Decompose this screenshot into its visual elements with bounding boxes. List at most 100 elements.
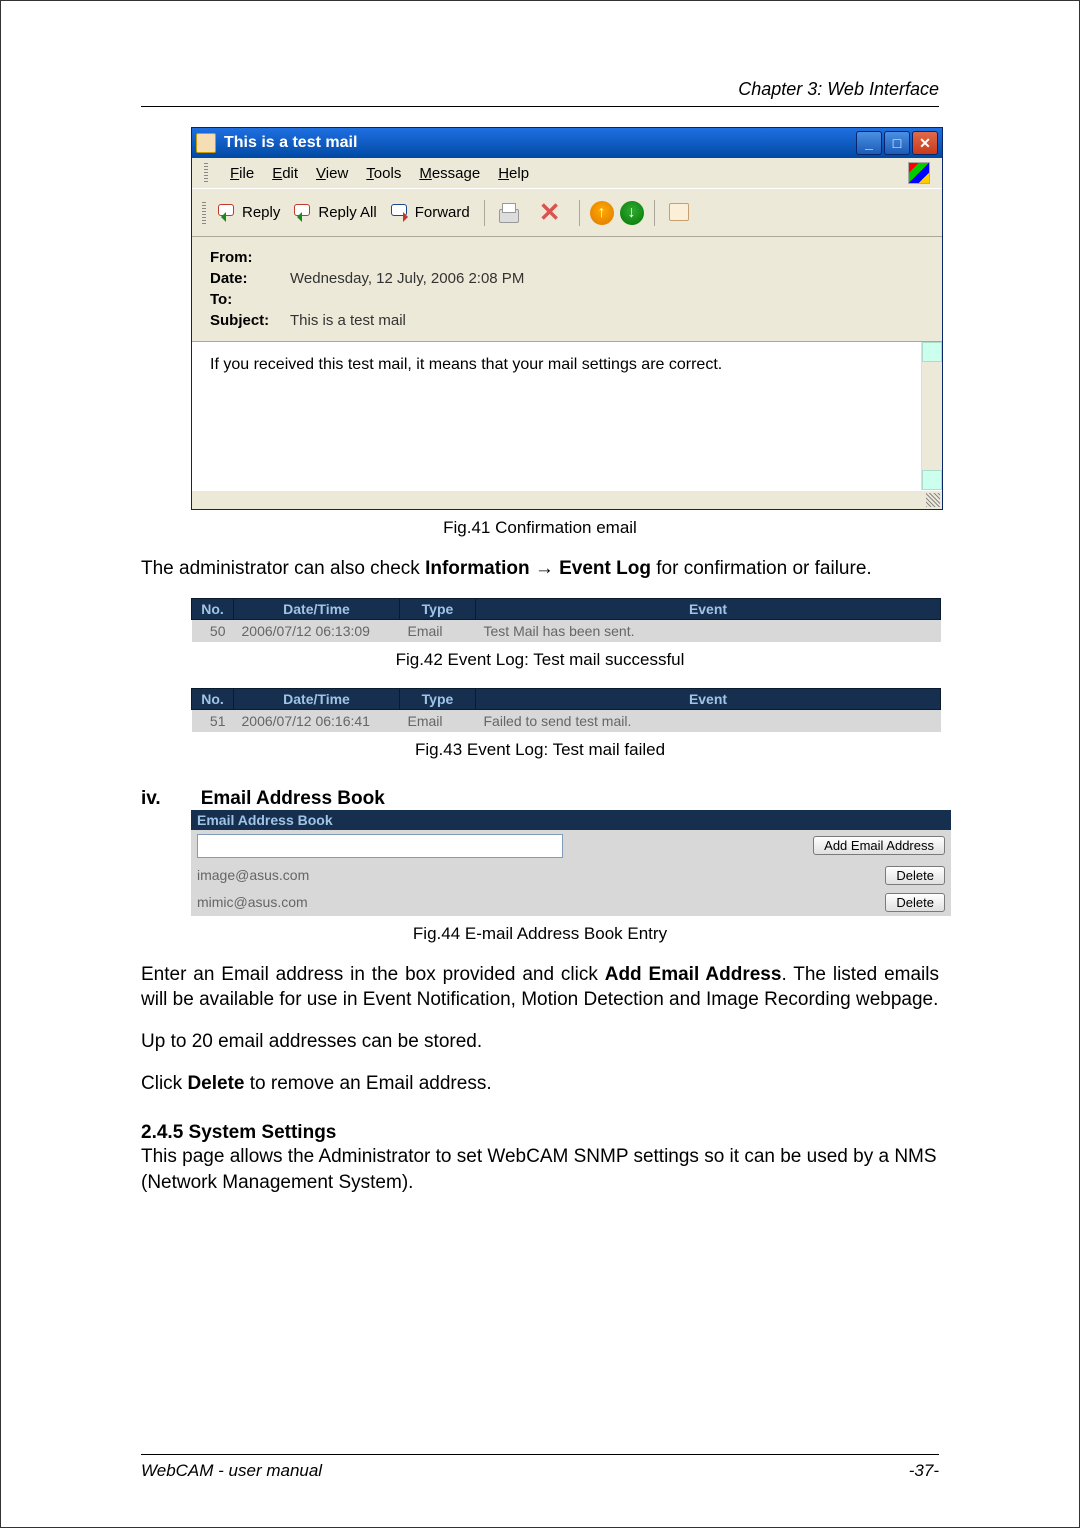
to-value	[290, 291, 924, 308]
reply-label: Reply	[242, 204, 280, 221]
next-button[interactable]: ↓	[620, 201, 644, 225]
delete-button[interactable]: Delete	[885, 893, 945, 912]
cell-no: 51	[192, 709, 234, 732]
col-event: Event	[476, 598, 941, 619]
date-value: Wednesday, 12 July, 2006 2:08 PM	[290, 270, 924, 287]
heading-system-settings: 2.4.5 System Settings	[141, 1122, 939, 1144]
grip-icon	[202, 202, 206, 224]
footer-page: -37-	[909, 1461, 939, 1481]
figure-caption-41: Fig.41 Confirmation email	[141, 518, 939, 538]
forward-label: Forward	[415, 204, 470, 221]
resize-grip-icon[interactable]	[926, 493, 940, 507]
email-input[interactable]	[197, 834, 563, 858]
to-label: To:	[210, 291, 290, 308]
divider	[141, 106, 939, 107]
email-address-book-panel: Email Address Book Add Email Address ima…	[191, 810, 951, 916]
print-button[interactable]	[495, 201, 525, 225]
reply-all-label: Reply All	[318, 204, 376, 221]
cell-type: Email	[400, 709, 476, 732]
footer-left: WebCAM - user manual	[141, 1461, 322, 1481]
section-title-email-address-book: Email Address Book	[201, 788, 385, 810]
reply-button[interactable]: Reply	[214, 202, 284, 224]
arrow-down-icon: ↓	[628, 204, 636, 222]
col-type: Type	[400, 688, 476, 709]
col-datetime: Date/Time	[234, 688, 400, 709]
toolbar: Reply Reply All Forward ✕ ↑ ↓	[192, 188, 942, 237]
cell-event: Test Mail has been sent.	[476, 619, 941, 642]
table-row: 51 2006/07/12 06:16:41 Email Failed to s…	[192, 709, 941, 732]
cell-event: Failed to send test mail.	[476, 709, 941, 732]
paragraph-delete: Click Delete to remove an Email address.	[141, 1071, 939, 1097]
date-label: Date:	[210, 270, 290, 287]
event-log-table-failed: No. Date/Time Type Event 51 2006/07/12 0…	[191, 688, 941, 732]
list-item: image@asus.com Delete	[191, 862, 951, 889]
email-body-text: If you received this test mail, it means…	[210, 356, 722, 373]
menu-help[interactable]: Help	[498, 165, 529, 182]
arrow-up-icon: ↑	[598, 204, 606, 222]
email-headers: From: Date:Wednesday, 12 July, 2006 2:08…	[192, 237, 942, 342]
address-book-icon	[669, 203, 691, 223]
separator	[484, 200, 485, 226]
paragraph-enter-email: Enter an Email address in the box provid…	[141, 962, 939, 1013]
email-body: If you received this test mail, it means…	[192, 342, 942, 490]
list-item: mimic@asus.com Delete	[191, 889, 951, 916]
cell-datetime: 2006/07/12 06:16:41	[234, 709, 400, 732]
cell-type: Email	[400, 619, 476, 642]
window-title: This is a test mail	[224, 134, 856, 152]
figure-caption-44: Fig.44 E-mail Address Book Entry	[141, 924, 939, 944]
reply-all-icon	[294, 204, 314, 222]
previous-button[interactable]: ↑	[590, 201, 614, 225]
addrbook-header: Email Address Book	[191, 810, 951, 830]
reply-all-button[interactable]: Reply All	[290, 202, 380, 224]
separator	[654, 200, 655, 226]
event-log-table-success: No. Date/Time Type Event 50 2006/07/12 0…	[191, 598, 941, 642]
chapter-header: Chapter 3: Web Interface	[141, 79, 939, 100]
print-icon	[499, 203, 521, 223]
titlebar: This is a test mail _ □ ✕	[192, 128, 942, 158]
menubar: File Edit View Tools Message Help	[192, 158, 942, 188]
email-address: image@asus.com	[191, 862, 742, 889]
mail-icon	[196, 133, 216, 153]
col-type: Type	[400, 598, 476, 619]
figure-caption-43: Fig.43 Event Log: Test mail failed	[141, 740, 939, 760]
minimize-button[interactable]: _	[856, 131, 882, 155]
subject-label: Subject:	[210, 312, 290, 329]
paragraph-admin: The administrator can also check Informa…	[141, 556, 939, 582]
email-address: mimic@asus.com	[191, 889, 742, 916]
table-row: 50 2006/07/12 06:13:09 Email Test Mail h…	[192, 619, 941, 642]
col-datetime: Date/Time	[234, 598, 400, 619]
forward-icon	[391, 204, 411, 222]
cell-no: 50	[192, 619, 234, 642]
forward-button[interactable]: Forward	[387, 202, 474, 224]
subject-value: This is a test mail	[290, 312, 924, 329]
figure-caption-42: Fig.42 Event Log: Test mail successful	[141, 650, 939, 670]
scrollbar[interactable]	[921, 342, 942, 490]
menu-file[interactable]: File	[230, 165, 254, 182]
paragraph-upto: Up to 20 email addresses can be stored.	[141, 1029, 939, 1055]
section-number-iv: iv.	[141, 788, 161, 810]
menu-edit[interactable]: Edit	[272, 165, 298, 182]
add-email-address-button[interactable]: Add Email Address	[813, 836, 945, 855]
paragraph-snmp: This page allows the Administrator to se…	[141, 1144, 939, 1195]
delete-icon: ✕	[535, 197, 565, 228]
addresses-button[interactable]	[665, 201, 695, 225]
delete-button[interactable]: ✕	[531, 195, 569, 230]
menu-tools[interactable]: Tools	[366, 165, 401, 182]
from-label: From:	[210, 249, 290, 266]
delete-button[interactable]: Delete	[885, 866, 945, 885]
col-no: No.	[192, 598, 234, 619]
reply-icon	[218, 204, 238, 222]
col-no: No.	[192, 688, 234, 709]
cell-datetime: 2006/07/12 06:13:09	[234, 619, 400, 642]
grip-icon	[204, 163, 208, 183]
menu-view[interactable]: View	[316, 165, 348, 182]
col-event: Event	[476, 688, 941, 709]
windows-logo-icon	[908, 162, 930, 184]
maximize-button[interactable]: □	[884, 131, 910, 155]
statusbar	[192, 490, 942, 509]
menu-message[interactable]: Message	[419, 165, 480, 182]
separator	[579, 200, 580, 226]
close-button[interactable]: ✕	[912, 131, 938, 155]
from-value	[290, 249, 924, 266]
email-window: This is a test mail _ □ ✕ File Edit View…	[191, 127, 943, 510]
